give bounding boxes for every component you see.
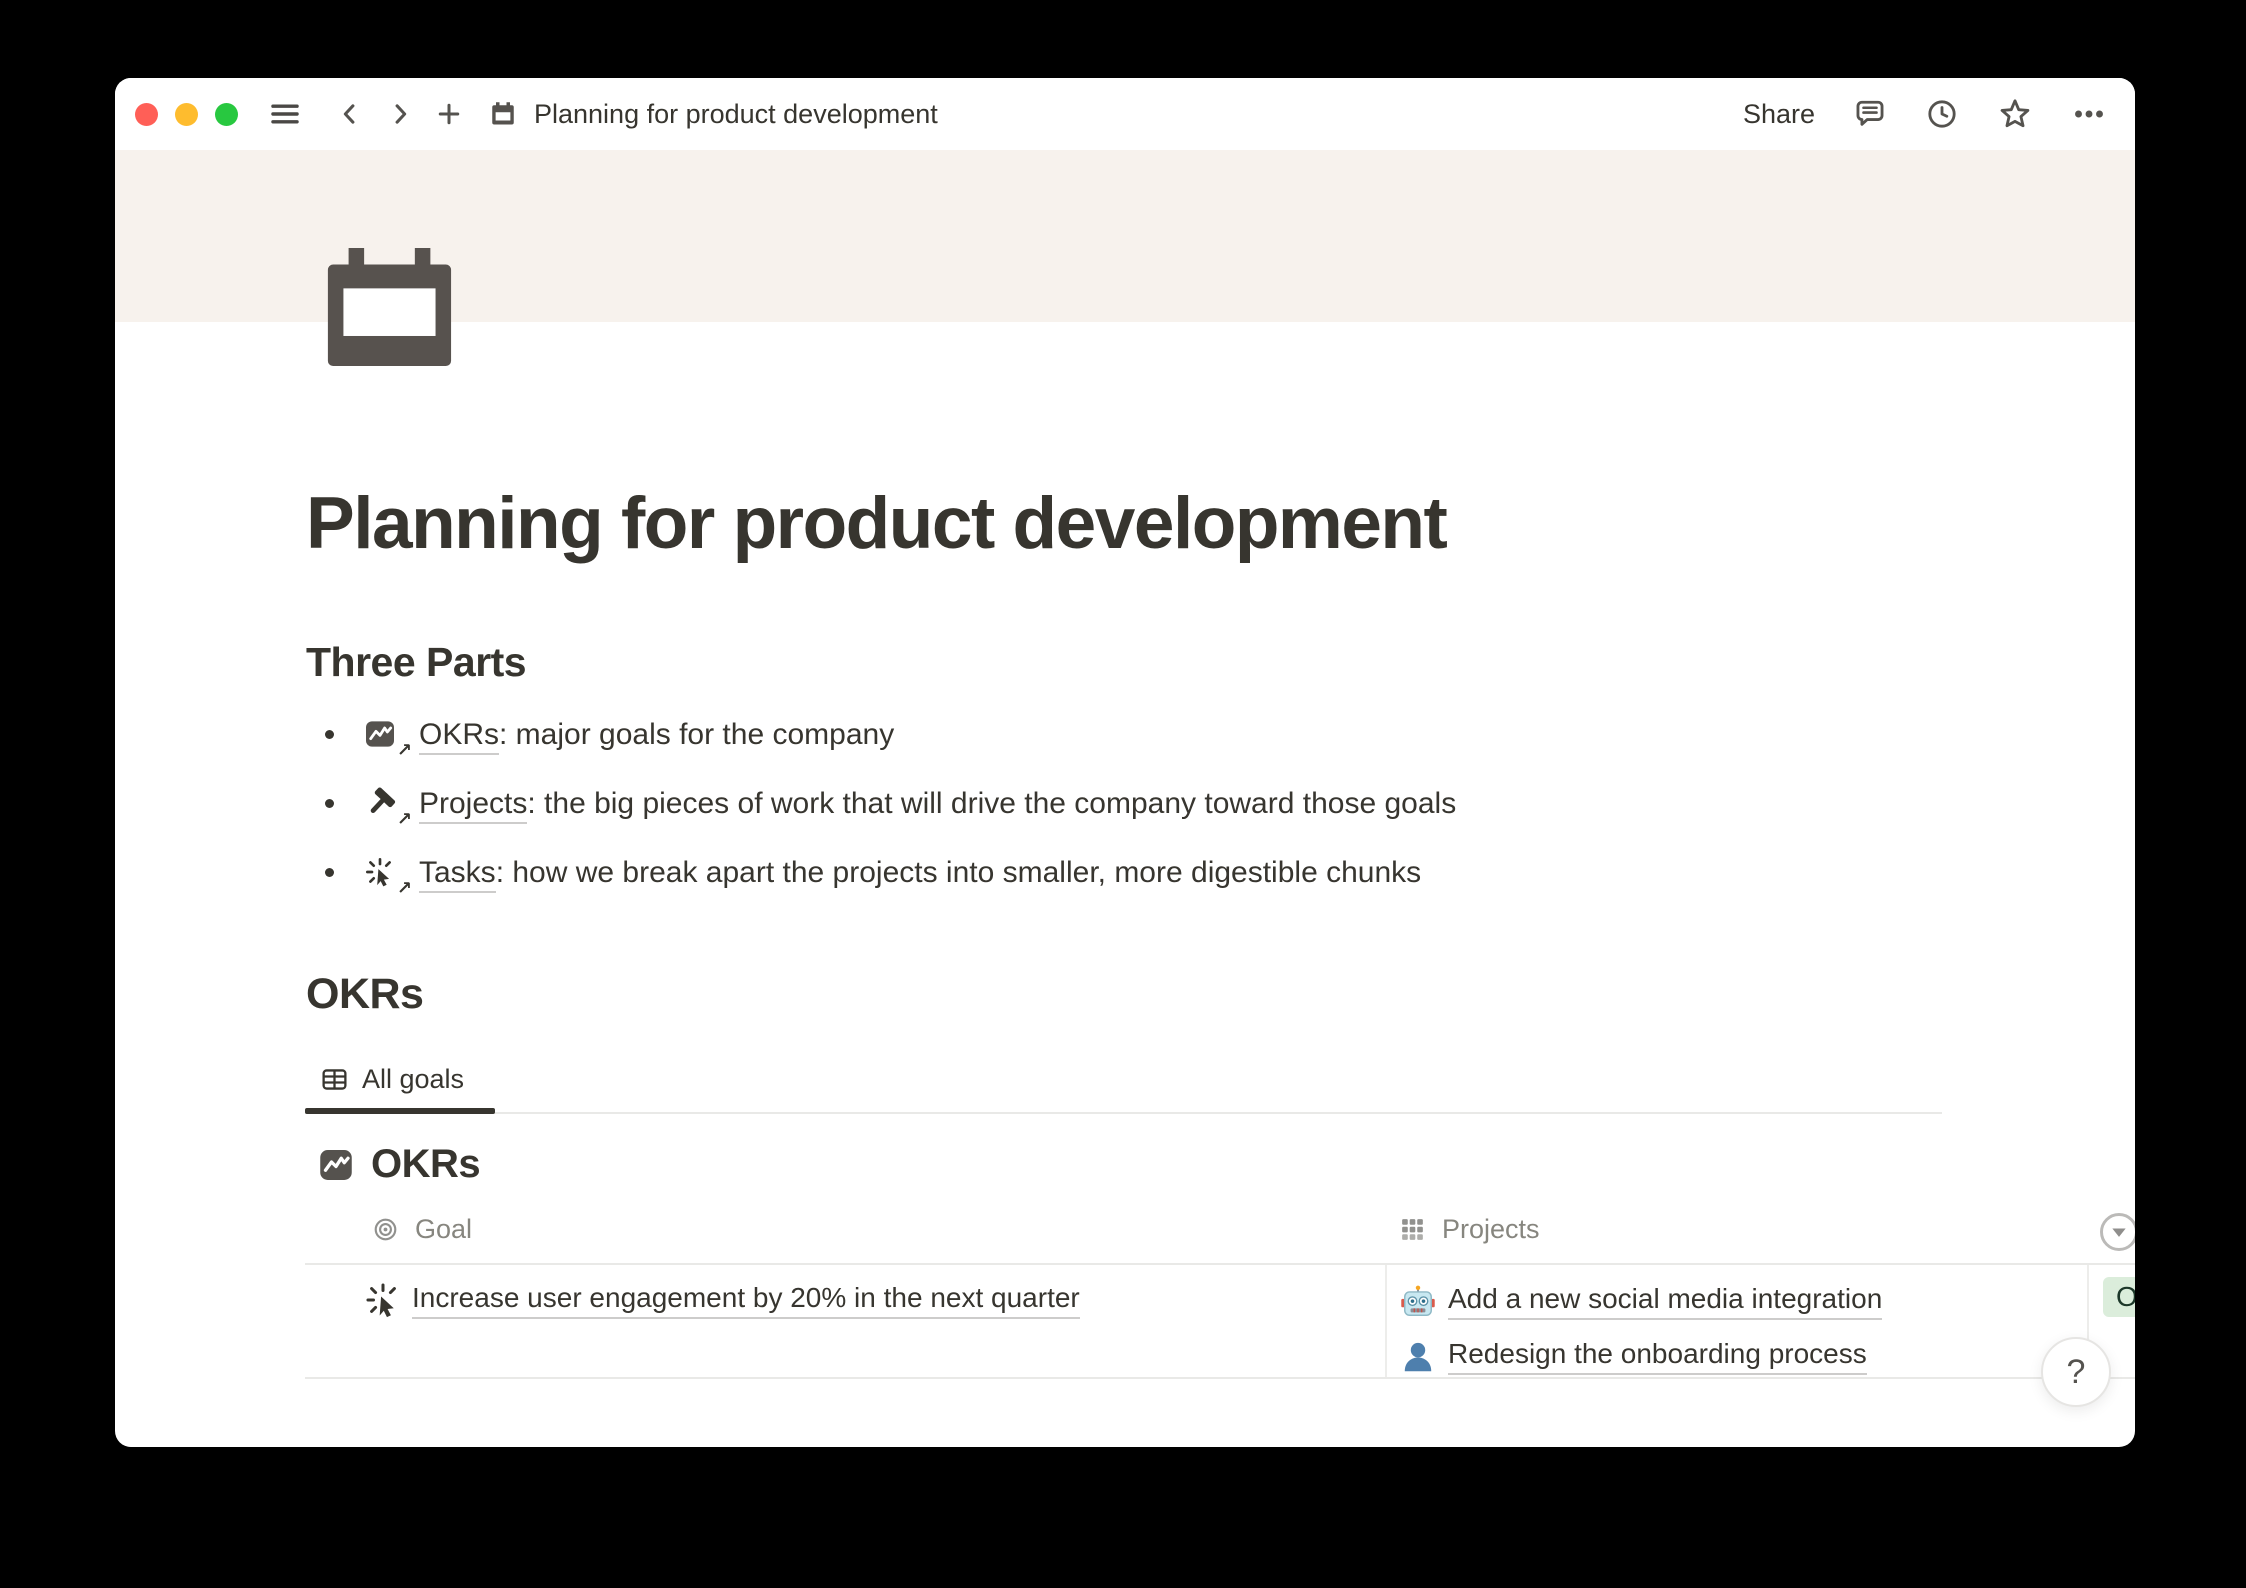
list-item-desc: : how we break apart the projects into s… <box>496 856 1421 889</box>
page-link-arrow-icon: ↗ <box>397 742 412 760</box>
list-item-tasks: ↗ Tasks: how we break apart the projects… <box>308 838 1456 907</box>
help-button[interactable]: ? <box>2041 1337 2111 1407</box>
spark-page-link-icon: ↗ <box>364 854 410 892</box>
menu-icon[interactable] <box>268 97 302 131</box>
list-item-okrs: ↗ OKRs: major goals for the company <box>308 700 1456 769</box>
column-header-label: Projects <box>1442 1214 1540 1245</box>
tasks-page-link[interactable]: Tasks <box>419 856 496 893</box>
history-clock-icon[interactable] <box>1925 97 1959 131</box>
active-tab-underline <box>305 1108 495 1114</box>
relation-grid-icon <box>1399 1216 1426 1243</box>
click-spark-icon <box>364 1281 402 1319</box>
heading-okrs[interactable]: OKRs <box>306 970 423 1019</box>
tab-label: All goals <box>362 1064 464 1095</box>
tab-all-goals[interactable]: All goals <box>320 1064 464 1095</box>
table-header-divider <box>305 1263 2135 1265</box>
list-item-desc: : the big pieces of work that will drive… <box>527 787 1456 820</box>
column-header-label: Goal <box>415 1214 472 1245</box>
list-item-desc: : major goals for the company <box>499 718 894 751</box>
person-icon <box>1400 1339 1436 1375</box>
window-controls <box>135 103 238 126</box>
favorite-star-icon[interactable] <box>1997 96 2033 132</box>
toolbar: Planning for product development Share <box>115 78 2135 150</box>
chart-page-link-icon: ↗ <box>364 716 410 754</box>
status-tag-text: O <box>2116 1281 2135 1313</box>
help-question-mark: ? <box>2067 1353 2086 1392</box>
status-tag[interactable]: O <box>2103 1277 2135 1317</box>
list-item-text: Tasks: how we break apart the projects i… <box>419 856 1421 890</box>
breadcrumb-page-title[interactable]: Planning for product development <box>534 99 938 130</box>
page-icon-calendar[interactable] <box>327 248 453 366</box>
hammer-page-link-icon: ↗ <box>364 785 410 823</box>
chart-box-icon <box>318 1147 354 1183</box>
minimize-window-button[interactable] <box>175 103 198 126</box>
list-item-text: OKRs: major goals for the company <box>419 718 894 752</box>
tab-divider <box>305 1112 1942 1114</box>
project-link[interactable]: Add a new social media integration <box>1448 1283 1882 1320</box>
bullet-dot <box>325 799 334 808</box>
new-tab-icon[interactable] <box>434 99 464 129</box>
goal-link[interactable]: Increase user engagement by 20% in the n… <box>412 1282 1080 1319</box>
forward-icon[interactable] <box>386 100 414 128</box>
bullet-dot <box>325 730 334 739</box>
share-button[interactable]: Share <box>1743 99 1815 130</box>
page-calendar-icon <box>488 99 518 129</box>
zoom-window-button[interactable] <box>215 103 238 126</box>
comments-icon[interactable] <box>1853 97 1887 131</box>
target-icon <box>372 1216 399 1243</box>
heading-three-parts[interactable]: Three Parts <box>306 639 526 686</box>
okrs-page-link[interactable]: OKRs <box>419 718 499 755</box>
project-link[interactable]: Redesign the onboarding process <box>1448 1338 1867 1375</box>
projects-page-link[interactable]: Projects <box>419 787 527 824</box>
page-link-arrow-icon: ↗ <box>397 811 412 829</box>
page-title[interactable]: Planning for product development <box>306 482 1446 565</box>
page-link-arrow-icon: ↗ <box>397 880 412 898</box>
more-icon[interactable] <box>2071 96 2107 132</box>
robot-icon <box>1400 1284 1436 1320</box>
project-item: Redesign the onboarding process <box>1400 1329 1882 1384</box>
bullet-dot <box>325 868 334 877</box>
table-view-icon <box>320 1065 349 1094</box>
column-separator[interactable] <box>1385 1265 1387 1377</box>
list-item-projects: ↗ Projects: the big pieces of work that … <box>308 769 1456 838</box>
three-parts-list: ↗ OKRs: major goals for the company ↗ Pr… <box>308 700 1456 907</box>
database-title-text: OKRs <box>371 1142 480 1187</box>
toggle-hidden-columns-icon[interactable] <box>2098 1211 2135 1253</box>
app-window: Planning for product development Share <box>115 78 2135 1447</box>
column-header-goal[interactable]: Goal <box>372 1214 472 1245</box>
project-item: Add a new social media integration <box>1400 1274 1882 1329</box>
list-item-text: Projects: the big pieces of work that wi… <box>419 787 1456 821</box>
close-window-button[interactable] <box>135 103 158 126</box>
goal-cell[interactable]: Increase user engagement by 20% in the n… <box>364 1281 1080 1319</box>
back-icon[interactable] <box>336 100 364 128</box>
database-title[interactable]: OKRs <box>318 1142 480 1187</box>
toolbar-right: Share <box>1743 96 2107 132</box>
projects-cell[interactable]: Add a new social media integration Redes… <box>1400 1274 1882 1384</box>
column-header-projects[interactable]: Projects <box>1399 1214 1540 1245</box>
